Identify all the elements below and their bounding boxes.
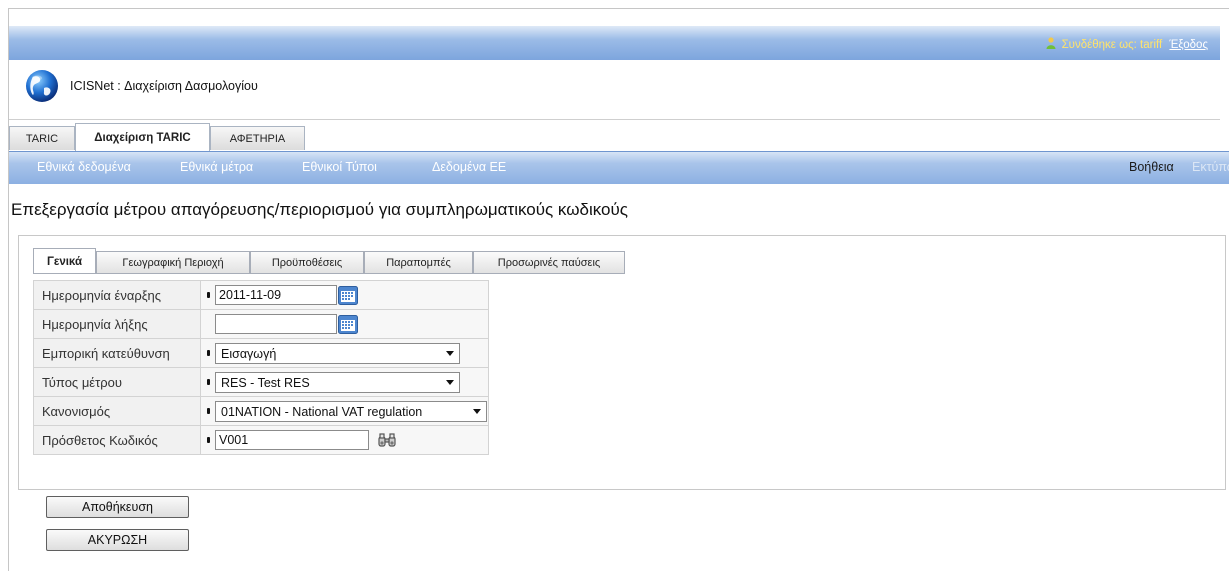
nav-national-measures[interactable]: Εθνικά μέτρα xyxy=(180,160,253,174)
measure-type-select[interactable]: RES - Test RES xyxy=(215,372,460,393)
end-date-label: Ημερομηνία λήξης xyxy=(33,309,201,339)
required-marker xyxy=(207,292,210,298)
measure-type-value: RES - Test RES xyxy=(221,376,310,390)
nav-national-data[interactable]: Εθνικά δεδομένα xyxy=(37,160,131,174)
user-icon xyxy=(1046,37,1056,49)
page-title: Επεξεργασία μέτρου απαγόρευσης/περιορισμ… xyxy=(11,200,628,219)
tab-taric[interactable]: TARIC xyxy=(9,126,75,150)
logged-in-user: tariff xyxy=(1140,39,1163,51)
tab-taric-management[interactable]: Διαχείριση TARIC xyxy=(75,123,210,151)
form-tabs-divider xyxy=(33,273,625,274)
regulation-label: Κανονισμός xyxy=(33,396,201,426)
measure-form: Ημερομηνία έναρξης Ημερομηνία λήξης Εμπο… xyxy=(33,280,489,455)
required-marker xyxy=(207,379,210,385)
binoculars-icon[interactable] xyxy=(378,432,396,448)
logout-link[interactable]: Έξοδος xyxy=(1169,39,1208,51)
measure-type-label: Τύπος μέτρου xyxy=(33,367,201,397)
cancel-button[interactable]: ΑΚΥΡΩΣΗ xyxy=(46,529,189,551)
top-bar: Συνδέθηκε ως: tariff Έξοδος xyxy=(9,26,1220,60)
globe-logo-icon xyxy=(26,70,58,102)
tab-geographical-area[interactable]: Γεωγραφική Περιοχή xyxy=(96,251,250,274)
tab-general[interactable]: Γενικά xyxy=(33,248,96,274)
additional-code-label: Πρόσθετος Κωδικός xyxy=(33,425,201,455)
nav-bar: Εθνικά δεδομένα Εθνικά μέτρα Εθνικοί Τύπ… xyxy=(9,151,1229,184)
nav-help[interactable]: Βοήθεια xyxy=(1129,160,1174,174)
trade-direction-select[interactable]: Εισαγωγή xyxy=(215,343,460,364)
form-row: Ημερομηνία λήξης xyxy=(33,309,489,339)
regulation-value: 01NATION - National VAT regulation xyxy=(221,405,423,419)
form-row: Τύπος μέτρου RES - Test RES xyxy=(33,367,489,397)
additional-code-input[interactable] xyxy=(215,430,369,450)
dropdown-arrow-icon xyxy=(473,409,481,414)
end-date-input[interactable] xyxy=(215,314,337,334)
app-title: ICISNet : Διαχείριση Δασμολογίου xyxy=(70,79,258,93)
required-marker xyxy=(207,437,210,443)
start-date-input[interactable] xyxy=(215,285,337,305)
required-marker xyxy=(207,350,210,356)
form-row: Πρόσθετος Κωδικός xyxy=(33,425,489,455)
regulation-select[interactable]: 01NATION - National VAT regulation xyxy=(215,401,487,422)
tab-suspensions[interactable]: Προσωρινές παύσεις xyxy=(473,251,625,274)
login-area: Συνδέθηκε ως: tariff Έξοδος xyxy=(1046,37,1208,51)
logged-in-label: Συνδέθηκε ως: xyxy=(1061,39,1137,51)
tab-conditions[interactable]: Προϋποθέσεις xyxy=(250,251,364,274)
trade-direction-label: Εμπορική κατεύθυνση xyxy=(33,338,201,368)
calendar-icon[interactable] xyxy=(338,315,358,334)
tab-footnotes[interactable]: Παραπομπές xyxy=(364,251,473,274)
tab-starting-point[interactable]: ΑΦΕΤΗΡΙΑ xyxy=(210,126,305,150)
calendar-icon[interactable] xyxy=(338,286,358,305)
form-row: Ημερομηνία έναρξης xyxy=(33,280,489,310)
trade-direction-value: Εισαγωγή xyxy=(221,347,277,361)
dropdown-arrow-icon xyxy=(446,351,454,356)
start-date-label: Ημερομηνία έναρξης xyxy=(33,280,201,310)
required-marker xyxy=(207,408,210,414)
form-row: Εμπορική κατεύθυνση Εισαγωγή xyxy=(33,338,489,368)
save-button[interactable]: Αποθήκευση xyxy=(46,496,189,518)
dropdown-arrow-icon xyxy=(446,380,454,385)
header-divider xyxy=(9,119,1220,120)
nav-national-types[interactable]: Εθνικοί Τύποι xyxy=(302,160,377,174)
nav-print[interactable]: Εκτύπωση xyxy=(1192,160,1229,174)
form-row: Κανονισμός 01NATION - National VAT regul… xyxy=(33,396,489,426)
nav-eu-data[interactable]: Δεδομένα ΕΕ xyxy=(432,160,506,174)
